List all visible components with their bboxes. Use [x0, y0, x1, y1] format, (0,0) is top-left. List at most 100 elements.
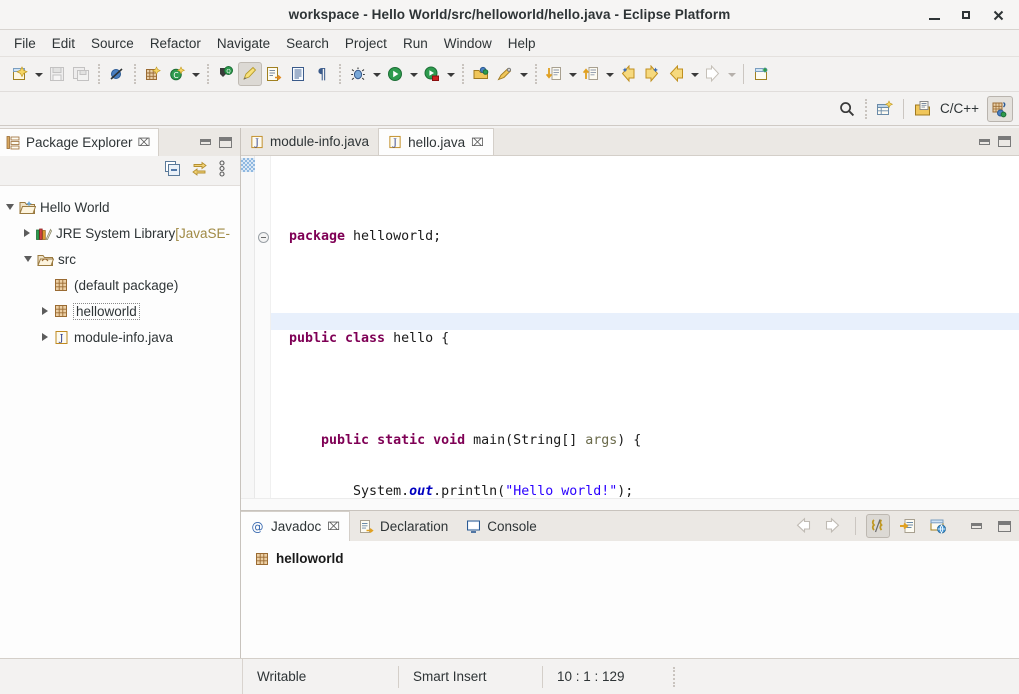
tree-item-default-package[interactable]: (default package)	[0, 272, 240, 298]
next-annotation-button[interactable]	[542, 62, 566, 86]
collapse-all-button[interactable]	[164, 160, 181, 182]
chevron-down-icon[interactable]	[24, 256, 32, 262]
maximize-editor-icon[interactable]	[998, 136, 1011, 147]
menu-source[interactable]: Source	[83, 33, 142, 54]
previous-annotation-button[interactable]	[579, 62, 603, 86]
mark-occurrences-button[interactable]	[238, 62, 262, 86]
javadoc-forward-button[interactable]	[821, 514, 845, 538]
menu-help[interactable]: Help	[500, 33, 544, 54]
tab-package-explorer[interactable]: Package Explorer ⌧	[0, 128, 160, 156]
open-perspective-button[interactable]	[872, 96, 898, 122]
save-button[interactable]	[45, 62, 69, 86]
open-type-button[interactable]: Q	[214, 62, 238, 86]
forward-button[interactable]	[701, 62, 725, 86]
minimize-view-icon[interactable]	[200, 139, 211, 145]
menu-refactor[interactable]: Refactor	[142, 33, 209, 54]
tree-item-hello-world[interactable]: Hello World	[0, 194, 240, 220]
chevron-down-icon[interactable]	[6, 204, 14, 210]
window-maximize-button[interactable]	[951, 2, 981, 28]
menu-search[interactable]: Search	[278, 33, 337, 54]
back-icon	[669, 65, 683, 83]
svg-text:Q: Q	[226, 69, 231, 75]
build-all-button[interactable]	[262, 62, 286, 86]
javadoc-back-button[interactable]	[791, 514, 815, 538]
back-button[interactable]	[664, 62, 688, 86]
quick-access-search-button[interactable]	[834, 96, 860, 122]
external-tools-dropdown-arrow[interactable]	[517, 62, 530, 86]
menu-file[interactable]: File	[6, 33, 44, 54]
chevron-right-icon[interactable]	[42, 307, 48, 315]
close-icon[interactable]: ⌧	[327, 520, 340, 533]
coverage-button[interactable]	[420, 62, 444, 86]
show-whitespace-icon	[292, 67, 304, 81]
minimize-view-icon[interactable]	[971, 523, 982, 529]
next-edit-location-button[interactable]	[640, 62, 664, 86]
menu-navigate[interactable]: Navigate	[209, 33, 278, 54]
menu-edit[interactable]: Edit	[44, 33, 83, 54]
tree-item-label: module-info.java	[74, 329, 174, 345]
open-in-browser-button[interactable]	[926, 514, 950, 538]
tab-console[interactable]: Console	[457, 511, 546, 541]
new-class-dropdown-arrow[interactable]	[189, 62, 202, 86]
next-annotation-dropdown-arrow[interactable]	[566, 62, 579, 86]
debug-button[interactable]	[346, 62, 370, 86]
close-icon[interactable]: ⌧	[471, 136, 484, 149]
maximize-view-icon[interactable]	[219, 136, 232, 148]
minimize-editor-icon[interactable]	[979, 138, 990, 145]
tree-item-helloworld[interactable]: helloworld	[0, 298, 240, 324]
tab-hello-java[interactable]: J hello.java ⌧	[379, 128, 494, 155]
close-icon[interactable]: ⌧	[138, 136, 151, 149]
tab-module-info-java[interactable]: J module-info.java	[241, 128, 380, 155]
toggle-java-doc-icon	[871, 519, 883, 533]
toggle-mark-occurrences-icon	[243, 66, 257, 80]
new-button[interactable]	[8, 62, 32, 86]
save-all-button[interactable]	[69, 62, 93, 86]
new-dropdown-arrow[interactable]	[32, 62, 45, 86]
forward-icon	[706, 65, 720, 83]
tree-item-label: JRE System Library	[56, 225, 176, 241]
show-whitespace-button[interactable]	[286, 62, 310, 86]
editor-horizontal-scrollbar[interactable]	[241, 498, 1019, 510]
switch-perspective-button[interactable]	[910, 96, 936, 122]
new-editor-button[interactable]	[750, 62, 774, 86]
editor-folding-ruler[interactable]	[255, 156, 271, 498]
coverage-dropdown-arrow[interactable]	[444, 62, 457, 86]
run-button[interactable]	[383, 62, 407, 86]
toggle-javadoc-button[interactable]	[866, 514, 890, 538]
new-package-button[interactable]	[141, 62, 165, 86]
forward-dropdown-arrow[interactable]	[725, 62, 738, 86]
code-editor-area[interactable]: package helloworld; public class hello {…	[271, 156, 1019, 498]
package-explorer-tree[interactable]: Hello World JRE System Library [JavaSE-	[0, 186, 240, 658]
perspective-java[interactable]	[987, 95, 1013, 122]
fold-collapse-icon[interactable]	[258, 232, 269, 243]
tab-declaration[interactable]: Declaration	[350, 511, 457, 541]
link-with-editor-button[interactable]	[191, 160, 208, 182]
tab-javadoc[interactable]: @ Javadoc ⌧	[241, 511, 350, 541]
run-dropdown-arrow[interactable]	[407, 62, 420, 86]
chevron-right-icon[interactable]	[42, 333, 48, 341]
open-attached-javadoc-button[interactable]	[896, 514, 920, 538]
chevron-right-icon[interactable]	[24, 229, 30, 237]
window-minimize-button[interactable]	[919, 2, 949, 28]
tree-item-src[interactable]: src	[0, 246, 240, 272]
java-file-icon: J	[251, 135, 263, 148]
tree-item-module-info-java[interactable]: J module-info.java	[0, 324, 240, 350]
back-dropdown-arrow[interactable]	[688, 62, 701, 86]
new-java-project-button[interactable]	[469, 62, 493, 86]
previous-annotation-dropdown-arrow[interactable]	[603, 62, 616, 86]
view-menu-button[interactable]	[218, 159, 226, 183]
tree-item-jre-system-library[interactable]: JRE System Library [JavaSE-	[0, 220, 240, 246]
debug-dropdown-arrow[interactable]	[370, 62, 383, 86]
window-close-button[interactable]	[983, 2, 1013, 28]
editor-marker-ruler[interactable]	[241, 156, 255, 498]
maximize-view-icon[interactable]	[998, 520, 1011, 532]
external-tools-button[interactable]	[493, 62, 517, 86]
menu-window[interactable]: Window	[436, 33, 500, 54]
menu-project[interactable]: Project	[337, 33, 395, 54]
pilcrow-button[interactable]: ¶	[310, 62, 334, 86]
menu-run[interactable]: Run	[395, 33, 436, 54]
last-edit-location-button[interactable]	[616, 62, 640, 86]
perspective-cpp[interactable]: C/C++	[936, 101, 987, 116]
new-class-button[interactable]: C	[165, 62, 189, 86]
skip-breakpoints-button[interactable]	[105, 62, 129, 86]
